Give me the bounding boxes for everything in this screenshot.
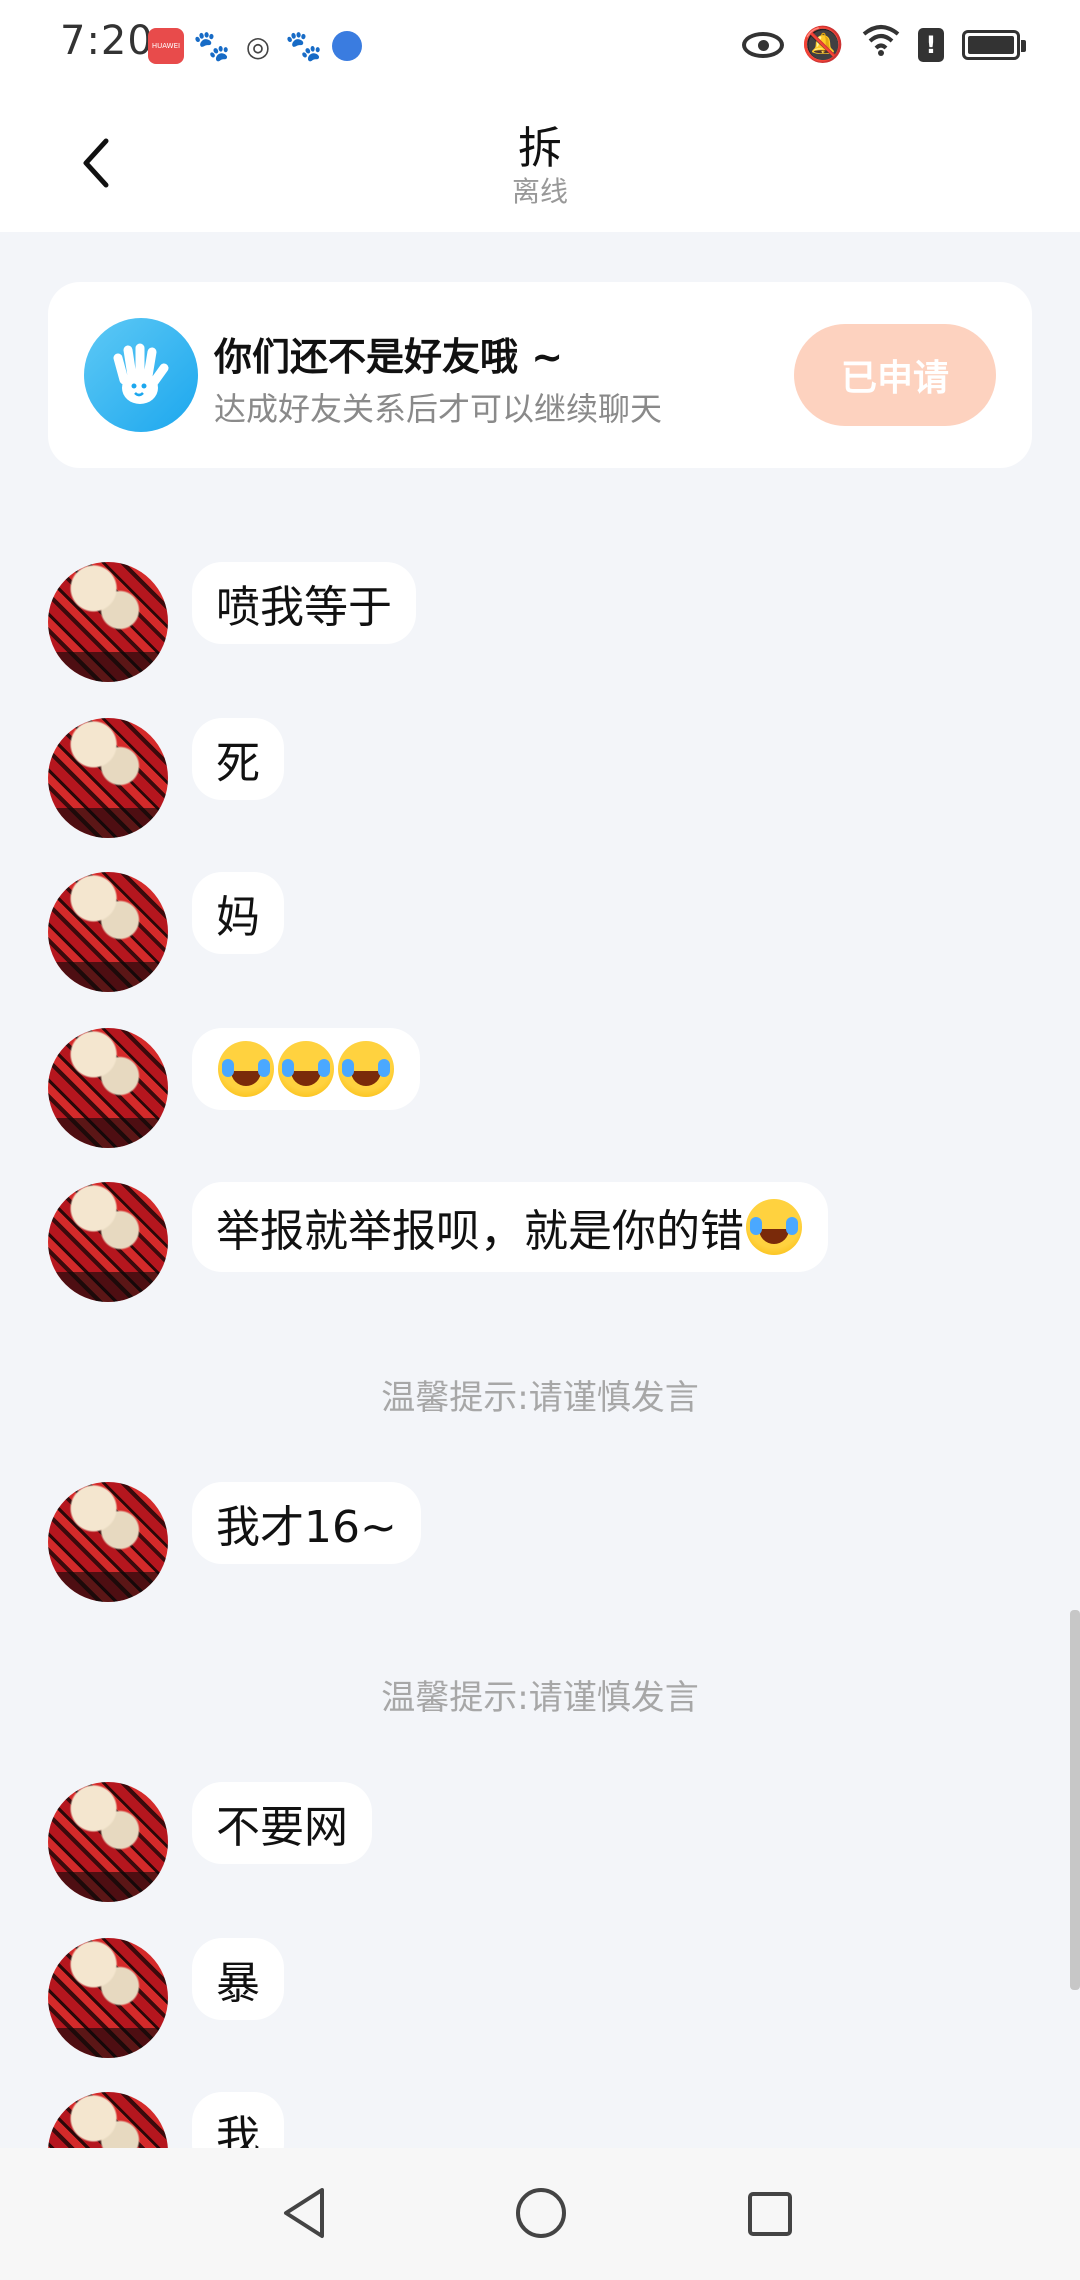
message-bubble[interactable]: 死	[192, 718, 284, 800]
warning-tip: 温馨提示:请谨慎发言	[381, 1378, 699, 1418]
tears-of-joy-emoji-icon	[338, 1041, 394, 1097]
message-bubble[interactable]: 妈	[192, 872, 284, 954]
avatar[interactable]	[48, 562, 168, 682]
message-bubble[interactable]: 举报就举报呗，就是你的错	[192, 1182, 828, 1272]
message-bubble[interactable]	[192, 1028, 420, 1110]
message-bubble[interactable]: 我	[192, 2092, 284, 2148]
avatar[interactable]	[48, 1028, 168, 1148]
chat-header: 拆 离线	[0, 92, 1080, 232]
avatar[interactable]	[48, 2092, 168, 2148]
waving-hand-icon	[84, 318, 198, 432]
message-text: 举报就举报呗，就是你的错	[216, 1206, 744, 1257]
tears-of-joy-emoji-icon	[218, 1041, 274, 1097]
message-bubble[interactable]: 喷我等于	[192, 562, 416, 644]
avatar[interactable]	[48, 718, 168, 838]
square-recent-icon	[748, 2192, 792, 2236]
message-bubble[interactable]: 不要网	[192, 1782, 372, 1864]
circle-home-icon	[516, 2188, 566, 2238]
avatar[interactable]	[48, 1482, 168, 1602]
banner-title: 你们还不是好友哦 ~	[214, 335, 564, 379]
scrollbar[interactable]	[1070, 1610, 1080, 1990]
avatar[interactable]	[48, 1938, 168, 2058]
tears-of-joy-emoji-icon	[746, 1199, 802, 1255]
nav-recent-button[interactable]	[746, 2190, 794, 2242]
not-friends-banner: 你们还不是好友哦 ~ 达成好友关系后才可以继续聊天 已申请	[48, 282, 1032, 468]
nav-back-button[interactable]	[278, 2184, 330, 2246]
system-nav-bar	[0, 2148, 1080, 2280]
tears-of-joy-emoji-icon	[278, 1041, 334, 1097]
nav-home-button[interactable]	[514, 2186, 568, 2244]
avatar[interactable]	[48, 1182, 168, 1302]
message-bubble[interactable]: 暴	[192, 1938, 284, 2020]
applied-button[interactable]: 已申请	[794, 324, 996, 426]
warning-tip: 温馨提示:请谨慎发言	[381, 1678, 699, 1718]
contact-name: 拆	[518, 123, 562, 174]
avatar[interactable]	[48, 872, 168, 992]
online-status: 离线	[511, 175, 568, 208]
triangle-back-icon	[284, 2188, 324, 2238]
message-bubble[interactable]: 我才16~	[192, 1482, 421, 1564]
avatar[interactable]	[48, 1782, 168, 1902]
banner-subtitle: 达成好友关系后才可以继续聊天	[214, 390, 663, 428]
